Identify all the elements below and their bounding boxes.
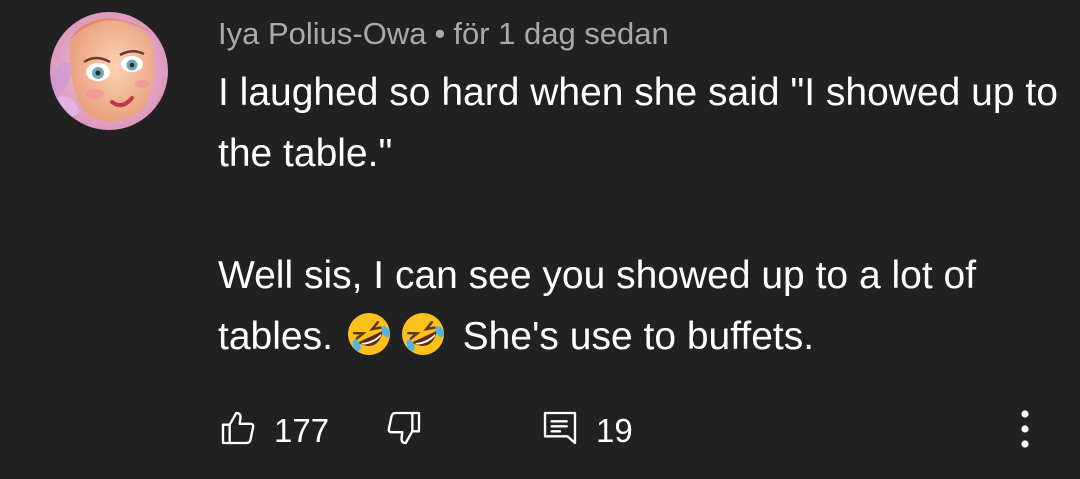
avatar[interactable] — [50, 12, 168, 130]
dislike-button[interactable] — [384, 408, 424, 453]
reply-button[interactable]: 19 — [540, 408, 633, 453]
rolling-on-floor-laughing-emoji — [344, 309, 394, 359]
thumbs-up-icon[interactable] — [218, 408, 258, 453]
comment-actions: 177 19 — [0, 400, 1080, 464]
more-vert-icon[interactable] — [1010, 406, 1040, 457]
comment-trailing-text: She's use to buffets. — [462, 315, 815, 358]
like-button[interactable]: 177 — [218, 408, 329, 453]
comment-text: I laughed so hard when she said "I showe… — [218, 62, 1058, 367]
author-name[interactable]: Iya Polius-Owa — [218, 16, 426, 51]
like-count: 177 — [274, 411, 330, 449]
comment-meta: Iya Polius-Owa • för 1 dag sedan — [218, 14, 669, 54]
reply-count: 19 — [596, 411, 633, 449]
comment-item: Iya Polius-Owa • för 1 dag sedan I laughed… — [0, 0, 1080, 479]
meta-separator: • — [434, 16, 446, 51]
more-options-button[interactable] — [1010, 406, 1040, 457]
comment-paragraph-2: Well sis, I can see you showed up to a l… — [218, 245, 1058, 367]
reply-icon[interactable] — [540, 408, 580, 453]
comment-paragraph: I laughed so hard when she said "I showe… — [218, 71, 1058, 175]
comment-timestamp[interactable]: för 1 dag sedan — [453, 16, 668, 51]
thumbs-down-icon[interactable] — [384, 408, 424, 453]
rolling-on-floor-laughing-emoji — [398, 309, 448, 359]
